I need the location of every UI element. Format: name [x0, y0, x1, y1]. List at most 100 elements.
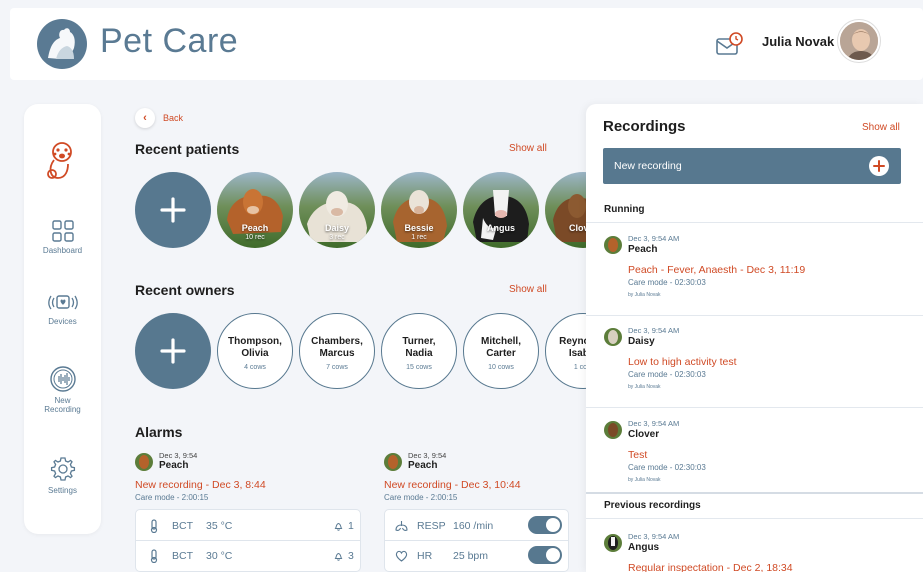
owner-cow-count: 7 cows	[326, 364, 348, 371]
sidebar-item-label: Devices	[48, 317, 77, 326]
owner-card[interactable]: Chambers, Marcus 7 cows	[299, 313, 375, 389]
user-avatar[interactable]	[838, 20, 880, 62]
patient-card-bessie[interactable]: Bessie 1 rec	[381, 172, 457, 248]
sidebar-item-label: New Recording	[44, 396, 81, 414]
plus-icon	[869, 156, 889, 176]
alarm-patient-name: Peach	[408, 460, 438, 471]
owner-card[interactable]: Turner, Nadia 15 cows	[381, 313, 457, 389]
alarm-toggle[interactable]	[528, 516, 562, 534]
cow-avatar	[135, 453, 153, 471]
alarm-row[interactable]: BCT 30 °C 3	[136, 541, 360, 570]
sidebar-item-new-recording[interactable]: New Recording	[24, 366, 101, 414]
owner-last-name: Turner,	[402, 336, 436, 347]
brand-title: Pet Care	[100, 22, 239, 60]
alarm-date: Dec 3, 9:54	[408, 451, 447, 460]
divider	[586, 222, 923, 223]
alarms-title: Alarms	[135, 424, 183, 440]
patient-rec-count: 10 rec	[245, 234, 265, 241]
owner-first-name: Marcus	[319, 348, 355, 359]
plus-icon	[160, 197, 186, 223]
recording-description: Low to high activity test	[628, 356, 737, 368]
alarm-date: Dec 3, 9:54	[159, 451, 198, 460]
recording-author: by Julia Novak	[628, 477, 661, 483]
divider	[586, 407, 923, 408]
metric-label: HR	[417, 549, 433, 562]
recording-mode: Care mode - 02:30:03	[628, 463, 706, 472]
lungs-icon	[395, 520, 408, 531]
sidebar-item-label: Dashboard	[42, 246, 83, 255]
top-header: Pet Care Julia Novak	[10, 8, 923, 80]
notification-mail-icon[interactable]	[715, 31, 745, 57]
previous-recordings-label: Previous recordings	[604, 500, 701, 511]
divider	[586, 492, 923, 494]
running-label: Running	[604, 204, 645, 215]
patient-name: Peach	[241, 223, 269, 233]
bell-icon	[334, 522, 343, 531]
patient-name: Bessie	[404, 223, 434, 233]
sidebar: Dashboard Devices New Recording Settings	[24, 104, 101, 534]
alarm-toggle[interactable]	[528, 546, 562, 564]
alarm-recording-link[interactable]: New recording - Dec 3, 8:44	[135, 479, 266, 491]
recording-patient-name: Angus	[628, 542, 660, 553]
cow-photo	[463, 172, 539, 248]
owner-cow-count: 15 cows	[406, 364, 432, 371]
patient-card-angus[interactable]: Angus	[463, 172, 539, 248]
patient-rec-count: 1 rec	[411, 234, 427, 241]
recent-owners-title: Recent owners	[135, 282, 235, 298]
patient-card-peach[interactable]: Peach 10 rec	[217, 172, 293, 248]
metric-value: 35 °C	[206, 519, 233, 532]
alarm-count: 1	[348, 519, 354, 532]
back-button[interactable]: ‹ Back	[135, 108, 183, 128]
alarm-recording-link[interactable]: New recording - Dec 3, 10:44	[384, 479, 521, 491]
owners-show-all-link[interactable]: Show all	[509, 284, 547, 295]
devices-icon	[47, 295, 78, 310]
patient-rec-count: 3 rec	[329, 234, 345, 241]
metric-value: 30 °C	[206, 549, 233, 562]
cow-avatar	[604, 236, 622, 254]
recording-date: Dec 3, 9:54 AM	[628, 234, 680, 243]
alarm-mode: Care mode - 2:00:15	[384, 493, 458, 502]
recording-description: Test	[628, 449, 648, 461]
sidebar-item-settings[interactable]: Settings	[24, 456, 101, 495]
pet-care-logo	[37, 19, 87, 69]
alarm-count: 3	[348, 549, 354, 562]
cow-avatar	[384, 453, 402, 471]
alarm-mode: Care mode - 2:00:15	[135, 493, 209, 502]
thermometer-icon	[150, 548, 158, 563]
owner-last-name: Chambers,	[311, 336, 363, 347]
alarm-metrics-box: RESP 160 /min HR 25 bpm	[384, 509, 569, 572]
divider	[586, 518, 923, 519]
owner-card[interactable]: Mitchell, Carter 10 cows	[463, 313, 539, 389]
recording-date: Dec 3, 9:54 AM	[628, 326, 680, 335]
alarm-card-header: Dec 3, 9:54 Peach	[384, 451, 446, 471]
add-patient-button[interactable]	[135, 172, 211, 248]
owner-card[interactable]: Thompson, Olivia 4 cows	[217, 313, 293, 389]
alarm-metrics-box: BCT 35 °C 1 BCT 30 °C 3	[135, 509, 361, 572]
divider	[586, 315, 923, 316]
alarm-row[interactable]: BCT 35 °C 1	[136, 511, 360, 540]
heart-icon	[395, 550, 408, 562]
metric-label: RESP	[417, 519, 446, 532]
recording-mode: Care mode - 02:30:03	[628, 370, 706, 379]
recording-icon	[49, 366, 76, 392]
add-owner-button[interactable]	[135, 313, 211, 389]
thermometer-icon	[150, 518, 158, 533]
owner-cow-count: 4 cows	[244, 364, 266, 371]
owner-cow-count: 10 cows	[488, 364, 514, 371]
patient-name: Daisy	[324, 223, 350, 233]
user-name[interactable]: Julia Novak	[762, 34, 834, 49]
patients-show-all-link[interactable]: Show all	[509, 143, 547, 154]
recordings-panel: Recordings Show all New recording Runnin…	[586, 104, 923, 572]
recording-description: Peach - Fever, Anaesth - Dec 3, 11:19	[628, 264, 806, 276]
alarm-card-header: Dec 3, 9:54 Peach	[135, 451, 197, 471]
sidebar-item-dashboard[interactable]: Dashboard	[24, 220, 101, 255]
recent-patients-title: Recent patients	[135, 141, 240, 157]
sidebar-item-devices[interactable]: Devices	[24, 293, 101, 326]
cow-avatar	[604, 534, 622, 552]
recordings-show-all-link[interactable]: Show all	[862, 122, 900, 133]
recording-author: by Julia Novak	[628, 292, 661, 298]
patient-card-daisy[interactable]: Daisy 3 rec	[299, 172, 375, 248]
recording-patient-name: Clover	[628, 429, 660, 440]
recording-author: by Julia Novak	[628, 384, 661, 390]
new-recording-button[interactable]: New recording	[603, 148, 901, 184]
